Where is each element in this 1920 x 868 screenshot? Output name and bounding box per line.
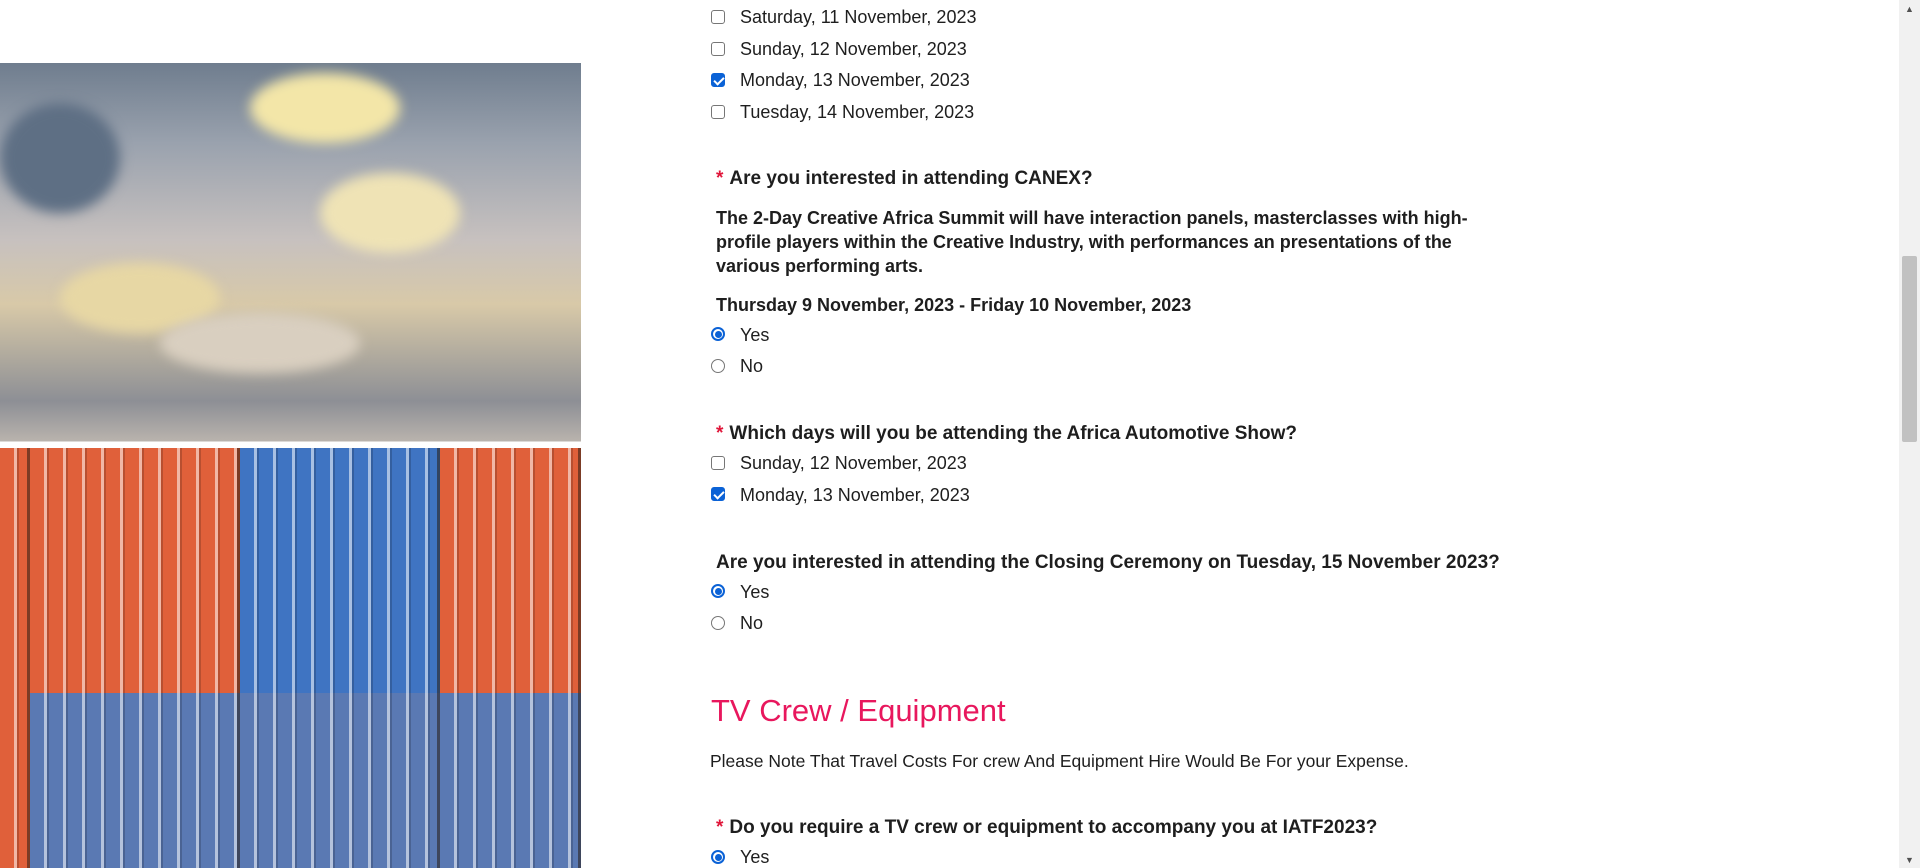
tv-crew-question: * Do you require a TV crew or equipment t… bbox=[716, 816, 1377, 840]
canex-question: * Are you interested in attending CANEX? bbox=[716, 167, 1093, 191]
automotive-checkbox-sun-12[interactable] bbox=[711, 456, 725, 470]
date-checkbox-sat-11[interactable] bbox=[711, 10, 725, 24]
registration-form: Saturday, 11 November, 2023 Sunday, 12 N… bbox=[0, 0, 1920, 868]
canex-description-line: The 2-Day Creative Africa Summit will ha… bbox=[716, 208, 1468, 228]
closing-no-radio[interactable] bbox=[711, 616, 725, 630]
tv-crew-question-text: Do you require a TV crew or equipment to… bbox=[729, 817, 1378, 838]
scrollbar-thumb[interactable] bbox=[1902, 256, 1917, 442]
date-option-label: Monday, 13 November, 2023 bbox=[740, 70, 970, 90]
closing-yes-radio[interactable] bbox=[711, 584, 725, 598]
date-checkbox-sun-12[interactable] bbox=[711, 42, 725, 56]
required-marker: * bbox=[716, 423, 724, 444]
radio-label-yes: Yes bbox=[740, 582, 770, 602]
page-scrollbar[interactable]: ▲ ▼ bbox=[1899, 0, 1920, 868]
tv-crew-expense-note: Please Note That Travel Costs For crew A… bbox=[710, 751, 1409, 771]
required-marker: * bbox=[716, 168, 724, 189]
date-checkbox-tue-14[interactable] bbox=[711, 105, 725, 119]
date-option-label: Tuesday, 14 November, 2023 bbox=[740, 102, 975, 122]
date-option-label: Saturday, 11 November, 2023 bbox=[740, 7, 977, 27]
radio-label-no: No bbox=[740, 613, 764, 633]
automotive-option-label: Monday, 13 November, 2023 bbox=[740, 485, 970, 505]
radio-label-no: No bbox=[740, 356, 764, 376]
date-checkbox-mon-13[interactable] bbox=[711, 73, 725, 87]
tv-crew-yes-radio[interactable] bbox=[711, 850, 725, 864]
canex-yes-radio[interactable] bbox=[711, 327, 725, 341]
automotive-question: * Which days will you be attending the Af… bbox=[716, 422, 1297, 446]
canex-description-line: various performing arts. bbox=[716, 256, 924, 276]
automotive-question-text: Which days will you be attending the Afr… bbox=[729, 423, 1297, 444]
scroll-down-arrow-icon[interactable]: ▼ bbox=[1899, 851, 1920, 868]
date-option-label: Sunday, 12 November, 2023 bbox=[740, 39, 967, 59]
canex-question-text: Are you interested in attending CANEX? bbox=[729, 168, 1093, 189]
radio-label-yes: Yes bbox=[740, 325, 770, 345]
canex-description: The 2-Day Creative Africa Summit will ha… bbox=[716, 206, 1496, 278]
canex-description-line: profile players within the Creative Indu… bbox=[716, 232, 1452, 252]
required-marker: * bbox=[716, 817, 724, 838]
radio-label-yes: Yes bbox=[740, 847, 770, 867]
tv-crew-section-title: TV Crew / Equipment bbox=[711, 693, 1006, 728]
automotive-checkbox-mon-13[interactable] bbox=[711, 487, 725, 501]
canex-no-radio[interactable] bbox=[711, 359, 725, 373]
automotive-option-label: Sunday, 12 November, 2023 bbox=[740, 453, 967, 473]
scroll-up-arrow-icon[interactable]: ▲ bbox=[1899, 0, 1920, 17]
canex-dates: Thursday 9 November, 2023 - Friday 10 No… bbox=[716, 295, 1192, 315]
closing-ceremony-question: Are you interested in attending the Clos… bbox=[716, 552, 1500, 573]
